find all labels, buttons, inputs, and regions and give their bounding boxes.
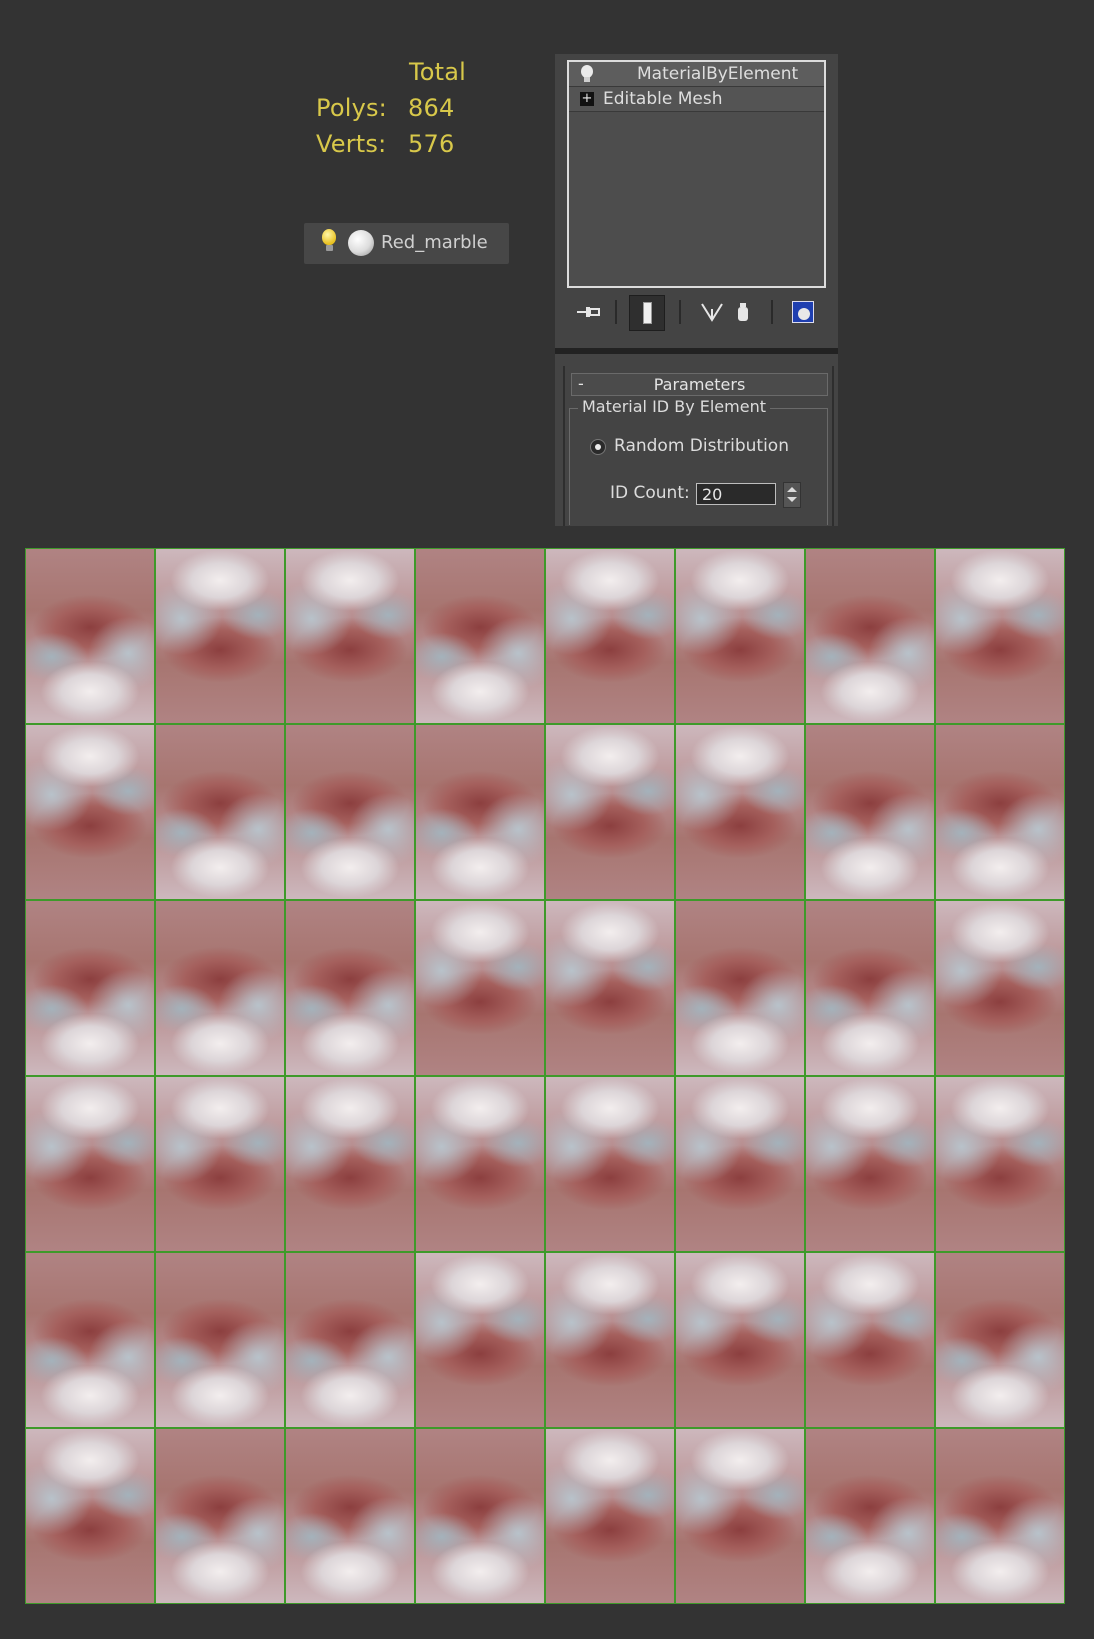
marble-tile[interactable] (155, 548, 285, 724)
marble-tile[interactable] (545, 724, 675, 900)
marble-tile[interactable] (935, 900, 1065, 1076)
stack-item-editable-mesh[interactable]: + Editable Mesh (569, 87, 824, 112)
marble-tile[interactable] (935, 1428, 1065, 1604)
verts-label: Verts: (316, 130, 387, 158)
marble-tile[interactable] (155, 1252, 285, 1428)
marble-tile[interactable] (285, 1076, 415, 1252)
marble-tile[interactable] (285, 1428, 415, 1604)
toolbar-separator (771, 300, 773, 324)
marble-tile[interactable] (25, 1428, 155, 1604)
material-id-group: Material ID By Element Random Distributi… (569, 397, 828, 525)
stack-item-label: Editable Mesh (603, 89, 723, 109)
plus-icon[interactable]: + (580, 92, 594, 106)
marble-tile[interactable] (805, 1252, 935, 1428)
material-sphere-icon (348, 230, 374, 256)
marble-tile[interactable] (675, 724, 805, 900)
marble-tile[interactable] (285, 724, 415, 900)
polys-row: Polys: 864 (316, 94, 454, 122)
marble-tile[interactable] (675, 1252, 805, 1428)
marble-tile[interactable] (285, 548, 415, 724)
toolbar-separator (679, 300, 681, 324)
random-distribution-radio[interactable] (590, 439, 606, 455)
spinner-up-icon[interactable] (787, 487, 797, 492)
rollout-title: Parameters (653, 375, 746, 394)
stack-item-materialbyelement[interactable]: MaterialByElement (569, 62, 824, 87)
marble-tile[interactable] (415, 724, 545, 900)
stats-total-header: Total (409, 58, 467, 86)
marble-tile[interactable] (545, 1076, 675, 1252)
marble-tile[interactable] (935, 1076, 1065, 1252)
marble-tile[interactable] (545, 1252, 675, 1428)
configure-modifier-sets-icon[interactable] (789, 298, 817, 326)
marble-tile[interactable] (675, 1076, 805, 1252)
marble-tile[interactable] (285, 1252, 415, 1428)
lightbulb-icon[interactable] (581, 65, 593, 82)
marble-tile[interactable] (285, 900, 415, 1076)
group-label: Material ID By Element (578, 397, 770, 416)
marble-tile[interactable] (935, 548, 1065, 724)
marble-tile[interactable] (155, 1428, 285, 1604)
marble-tile[interactable] (545, 548, 675, 724)
marble-tile[interactable] (155, 724, 285, 900)
marble-tile[interactable] (415, 548, 545, 724)
lightbulb-icon (322, 229, 336, 251)
marble-tile[interactable] (25, 1076, 155, 1252)
marble-tile[interactable] (675, 548, 805, 724)
modifier-stack-list[interactable]: MaterialByElement + Editable Mesh (567, 60, 826, 288)
verts-row: Verts: 576 (316, 130, 454, 158)
viewport-marble-grid[interactable] (25, 548, 1067, 1604)
marble-tile[interactable] (935, 724, 1065, 900)
marble-tile[interactable] (545, 1428, 675, 1604)
modify-panel: MaterialByElement + Editable Mesh - Para… (555, 54, 838, 526)
marble-tile[interactable] (805, 900, 935, 1076)
spinner-down-icon[interactable] (787, 497, 797, 502)
marble-tile[interactable] (415, 1252, 545, 1428)
marble-tile[interactable] (25, 548, 155, 724)
marble-tile[interactable] (805, 548, 935, 724)
marble-tile[interactable] (935, 1252, 1065, 1428)
marble-tile[interactable] (675, 900, 805, 1076)
marble-tile[interactable] (545, 900, 675, 1076)
marble-tile[interactable] (25, 724, 155, 900)
rollout-header[interactable]: - Parameters (571, 373, 828, 396)
stack-item-label: MaterialByElement (637, 64, 799, 84)
marble-tile[interactable] (25, 900, 155, 1076)
id-count-label: ID Count: (610, 483, 690, 503)
toolbar-separator (615, 300, 617, 324)
marble-tile[interactable] (805, 1076, 935, 1252)
panel-divider (555, 348, 838, 354)
marble-tile[interactable] (415, 900, 545, 1076)
polys-label: Polys: (316, 94, 387, 122)
marble-tile[interactable] (805, 724, 935, 900)
remove-modifier-icon[interactable] (729, 298, 757, 326)
material-chip[interactable]: Red_marble (304, 223, 509, 264)
marble-tile[interactable] (675, 1428, 805, 1604)
pin-stack-icon[interactable] (575, 298, 603, 326)
verts-value: 576 (408, 130, 455, 158)
polys-value: 864 (408, 94, 455, 122)
marble-tile[interactable] (415, 1076, 545, 1252)
make-unique-icon[interactable] (698, 298, 726, 326)
random-distribution-label[interactable]: Random Distribution (614, 436, 789, 456)
marble-tile[interactable] (155, 1076, 285, 1252)
marble-tile[interactable] (415, 1428, 545, 1604)
marble-tile[interactable] (805, 1428, 935, 1604)
show-end-result-icon[interactable] (629, 295, 665, 331)
id-count-input[interactable] (696, 483, 776, 505)
parameters-rollout: - Parameters Material ID By Element Rand… (563, 366, 834, 526)
stack-toolbar (567, 294, 827, 331)
marble-tile[interactable] (25, 1252, 155, 1428)
material-name: Red_marble (381, 232, 488, 253)
marble-tile[interactable] (155, 900, 285, 1076)
id-count-spinner[interactable] (783, 482, 801, 508)
